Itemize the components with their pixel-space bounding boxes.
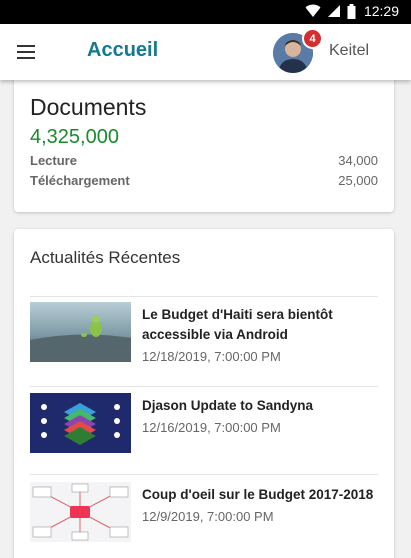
app-bar: Accueil 4 Keitel	[0, 24, 411, 80]
status-bar: 12:29	[0, 0, 411, 24]
news-item[interactable]: Le Budget d'Haiti sera bientôt accessibl…	[30, 302, 378, 372]
stat-label: Lecture	[30, 153, 77, 168]
wifi-icon	[305, 4, 321, 17]
news-date: 12/18/2019, 7:00:00 PM	[142, 349, 281, 364]
documents-title: Documents	[30, 94, 147, 120]
stat-row-telechargement: Téléchargement 25,000	[30, 173, 378, 188]
news-headline: Djason Update to Sandyna	[142, 398, 314, 413]
news-section-title: Actualités Récentes	[30, 248, 181, 267]
divider	[30, 386, 378, 387]
news-date: 12/16/2019, 7:00:00 PM	[142, 420, 281, 435]
news-thumbnail	[30, 482, 131, 542]
notification-badge: 4	[302, 28, 323, 49]
news-date: 12/9/2019, 7:00:00 PM	[142, 509, 274, 524]
news-headline: Le Budget d'Haiti sera bientôt accessibl…	[142, 307, 333, 342]
documents-total: 4,325,000	[30, 126, 119, 148]
divider	[30, 296, 378, 297]
news-thumbnail	[30, 393, 131, 453]
news-headline: Coup d'oeil sur le Budget 2017-2018	[142, 487, 374, 502]
user-name[interactable]: Keitel	[329, 42, 369, 60]
menu-icon	[17, 45, 35, 47]
stat-label: Téléchargement	[30, 173, 130, 188]
user-avatar-button[interactable]: 4	[273, 28, 323, 73]
signal-icon	[327, 5, 340, 17]
news-item[interactable]: Coup d'oeil sur le Budget 2017-2018 12/9…	[30, 482, 378, 552]
stat-value: 34,000	[338, 153, 378, 168]
battery-icon	[347, 3, 356, 19]
news-item[interactable]: Djason Update to Sandyna 12/16/2019, 7:0…	[30, 393, 378, 463]
divider	[30, 474, 378, 475]
news-card: Actualités Récentes Le Budget d'Haiti se…	[14, 229, 394, 558]
page-title: Accueil	[87, 39, 159, 61]
news-thumbnail	[30, 302, 131, 362]
documents-card[interactable]: Documents 4,325,000 Lecture 34,000 Téléc…	[14, 72, 394, 212]
menu-button[interactable]	[14, 40, 38, 64]
status-time: 12:29	[363, 3, 399, 19]
status-icons: 12:29	[305, 3, 399, 19]
stat-value: 25,000	[338, 173, 378, 188]
stat-row-lecture: Lecture 34,000	[30, 153, 378, 168]
